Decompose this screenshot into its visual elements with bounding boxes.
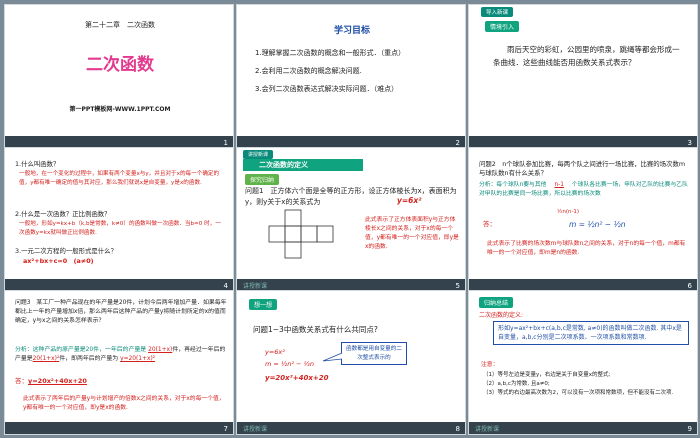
answer-3: ax²+bx+c=0 (a≠0) [23,257,94,265]
problem-1-note: 此式表示了正方体表面积y与正方体棱长x之间的关系，对于x的每一个值，y都有唯一的… [365,217,459,250]
function-2: m = ½n² − ½n [265,360,314,368]
question-2: 2.什么是一次函数？正比例函数？ [15,210,111,218]
slide-number: 2 [455,139,460,147]
slide-thumbnail-2[interactable]: 学习目标 1.理解掌握二次函数的概念和一般形式．（重点） 2.会利用二次函数的概… [236,4,466,149]
problem-2-answer: 答： [483,220,496,228]
think-question: 问题1~3中函数关系式有什么共同点? [253,325,378,334]
notice-3: （3）等式的右边最高次数为2，可以没有一次项和常数项，但不能没有二次项. [483,390,674,396]
callout-pointer [322,352,343,362]
problem-2-text: 问题2 n个球队参加比赛，每两个队之间进行一场比赛，比赛的场次数m与球队数n有什… [479,160,686,177]
function-1: y=6x² [265,348,285,356]
slide-number: 9 [687,425,692,433]
objective-item: 2.会利用二次函数的概念解决问题. [255,67,362,75]
slide-thumbnail-7[interactable]: 问题3 某工厂一种产品现在的年产量是20件，计划今后两年增加产量．如果每年都比上… [4,290,234,435]
slide-thumbnail-6[interactable]: 问题2 n个球队参加比赛，每两个队之间进行一场比赛，比赛的场次数m与球队数n有什… [468,147,698,292]
question-3: 3.一元二次方程的一般形式是什么？ [15,247,117,255]
slide-thumbnail-9[interactable]: 归纳总结 二次函数的定义: 形如y=ax²+bx+c(a,b,c是常数, a≠0… [468,290,698,435]
definition-box: 形如y=ax²+bx+c(a,b,c是常数, a≠0)的函数叫做二次函数. 其中… [493,321,689,345]
summary-button: 归纳总结 [479,297,514,308]
problem-2-note: 此式表示了比赛的场次数m与球队数n之间的关系，对于n的每一个值，m都有唯一的一个… [487,241,686,256]
slide-number: 6 [687,282,692,290]
definition-subtitle: 二次函数的定义: [479,312,524,319]
problem-3-answer: 答：y=20x²+40x+20 [15,377,87,385]
problem-3-analysis: 分析：这种产品的原产量是20件，一年后的产量是 20(1+x)件，再经过一年后的… [15,347,226,362]
callout-box: 函数都是用自变量的二次整式表示的 [341,342,407,365]
objective-item: 3.会列二次函数表达式解决实际问题．（难点） [255,85,399,93]
slide-thumbnail-5[interactable]: 讲授新课 二次函数的定义 探究归纳 问题1 正方体六个面是全等的正方形，设正方体… [236,147,466,292]
footer-text: 第一PPT模板网-WWW.1PPT.COM [69,106,171,113]
slide-number: 7 [223,425,228,433]
slide-thumbnail-3[interactable]: 导入新课 情境引入 雨后天空的彩虹，公园里的喷泉，跳绳等都会形成一条曲线．这些曲… [468,4,698,149]
slide-number: 4 [223,282,228,290]
blank-1: 20(1+x) [148,347,173,353]
slide-thumbnail-1[interactable]: 第二十二章 二次函数 二次函数 第一PPT模板网-WWW.1PPT.COM 1 [4,4,234,149]
problem-1-answer: y=6x² [397,196,422,205]
blank-3: y=20(1+x)² [120,356,156,362]
answer-2: 一般地，形如y=kx+b（k,b是常数，k≠0）的函数叫做一次函数．当b=0 时… [19,221,221,236]
explore-button: 探究归纳 [245,174,280,185]
chapter-label: 第二十二章 二次函数 [85,21,155,29]
slide-number: 8 [455,425,460,433]
intro-text: 雨后天空的彩虹，公园里的喷泉，跳绳等都会形成一条曲线．这些曲线能否用函数关系式表… [493,45,680,67]
blank-2: 20(1+x)² [32,356,60,362]
slide-number: 1 [223,139,228,147]
slide-thumbnail-8[interactable]: 想一想 问题1~3中函数关系式有什么共同点? y=6x² m = ½n² − ½… [236,290,466,435]
question-1: 1.什么叫函数？ [15,160,60,168]
cube-net-diagram [268,209,334,259]
notice-1: （1）等号左边是变量y，右边是关于自变量x的整式; [483,372,611,378]
answer-formula: m = ½n² − ½n [569,220,626,229]
problem-2-analysis: 分析：每个球队n要与其他 n-1 个球队各比赛一场，甲队对乙队的比赛与乙队对甲队的比… [479,182,688,197]
objective-item: 1.理解掌握二次函数的概念和一般形式．（重点） [255,49,406,57]
notice-2: （2）a,b,c为常数, 且a≠0; [483,381,550,387]
slide-number: 3 [687,139,692,147]
problem-3-text: 问题3 某工厂一种产品现在的年产量是20件，计划今后两年增加产量．如果每年都比上… [15,300,227,324]
answer-formula: y=20x²+40x+20 [28,377,87,385]
section-tag: 讲授新课 [243,426,268,433]
problem-3-note: 此式表示了两年后的产量y与计划增产的倍数x之间的关系，对于x的每一个值，y都有唯… [23,396,225,411]
slide-title: 二次函数 [86,55,154,75]
section-tag: 讲授新课 [475,426,500,433]
answer-1: 一般地，在一个变化的过程中，如果有两个变量x与y，并且对于x的每一个确定的值，y… [19,171,220,186]
problem-1-text: 问题1 正方体六个面是全等的正方形，设正方体棱长为x，表面积为y，则y关于x的关… [245,187,457,206]
scene-intro-button: 情境引入 [485,21,520,32]
slide-heading: 学习目标 [333,26,370,36]
slide-number: 5 [455,282,460,290]
slide-thumbnail-4[interactable]: 1.什么叫函数？ 一般地，在一个变化的过程中，如果有两个变量x与y，并且对于x的… [4,147,234,292]
section-badge: 导入新课 [481,7,514,17]
think-button: 想一想 [249,299,278,310]
section-badge: 讲授新课 [243,150,274,159]
blank-1: n-1 [554,182,564,188]
function-3: y=20x²+40x+20 [265,374,329,382]
problem-2-formula: ½n(n-1) [557,209,580,215]
section-tag: 讲授新课 [243,283,268,290]
notice-label: 注意： [481,362,499,368]
section-title-text: 二次函数的定义 [259,161,308,169]
